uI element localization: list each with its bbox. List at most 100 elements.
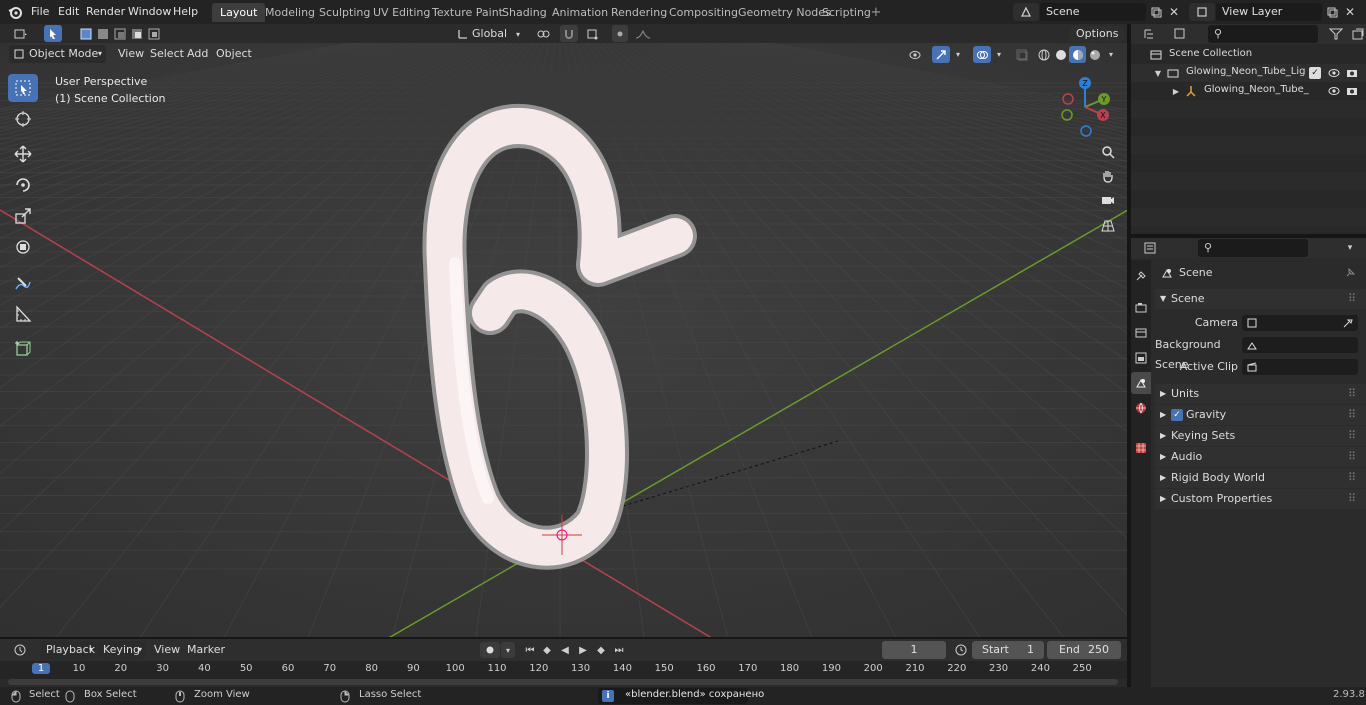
gravity-checkbox[interactable]: ✓ <box>1171 409 1183 421</box>
units-panel-header[interactable]: ▶ Units ⠿ <box>1155 384 1366 404</box>
outliner-editor-type-icon[interactable] <box>1138 26 1164 42</box>
tab-scene-icon[interactable] <box>1131 372 1151 394</box>
pin-icon[interactable] <box>1343 266 1357 280</box>
overlays-options-chevron-icon[interactable]: ▾ <box>992 46 1006 63</box>
collection-exclude-checkbox[interactable]: ✓ <box>1309 67 1321 79</box>
scale-tool[interactable] <box>8 202 38 230</box>
keying-options-chevron-icon[interactable]: ▾ <box>501 642 515 658</box>
menu-window[interactable]: Window <box>128 0 171 24</box>
orientation-icon[interactable] <box>455 25 471 42</box>
menu-help[interactable]: Help <box>173 0 198 24</box>
drag-handle-icon[interactable]: ⠿ <box>1348 384 1356 404</box>
collection-visibility-eye-icon[interactable] <box>1327 66 1341 80</box>
expand-collection-icon[interactable]: ▼ <box>1153 66 1163 80</box>
object-menu[interactable]: Object <box>210 45 258 63</box>
neon-tube-object[interactable] <box>0 43 1127 637</box>
audio-panel-header[interactable]: ▶ Audio ⠿ <box>1155 447 1366 467</box>
camera-view-icon[interactable] <box>1097 189 1119 211</box>
timeline-editor-type-icon[interactable] <box>8 642 34 658</box>
drag-handle-icon[interactable]: ⠿ <box>1348 426 1356 446</box>
preview-range-clock-icon[interactable] <box>953 642 969 658</box>
properties-search-input[interactable]: ⚲ <box>1198 239 1308 257</box>
eyedropper-icon[interactable] <box>1342 317 1354 329</box>
marker-menu[interactable]: Marker <box>181 641 231 659</box>
wireframe-shading-icon[interactable] <box>1035 46 1052 63</box>
outliner-search-input[interactable]: ⚲ <box>1208 25 1318 43</box>
zoom-icon[interactable] <box>1097 141 1119 163</box>
tab-view-layer-icon[interactable] <box>1131 347 1151 369</box>
3d-viewport[interactable]: User Perspective (1) Scene Collection Z … <box>0 43 1127 637</box>
tab-world-icon[interactable] <box>1131 397 1151 419</box>
playback-menu[interactable]: Playback ▾ <box>40 641 96 659</box>
gizmo-toggle-icon[interactable] <box>932 46 950 63</box>
pan-hand-icon[interactable] <box>1097 165 1119 187</box>
select-tool-icon[interactable] <box>44 25 62 42</box>
auto-keying-icon[interactable] <box>480 642 500 658</box>
object-render-camera-icon[interactable] <box>1345 84 1359 98</box>
view-layer-close-icon[interactable]: ✕ <box>1342 3 1358 21</box>
falloff-icon[interactable] <box>630 25 656 42</box>
scene-close-icon[interactable]: ✕ <box>1166 3 1182 21</box>
material-shading-icon[interactable] <box>1069 46 1086 63</box>
view-layer-field[interactable]: View Layer <box>1216 3 1322 21</box>
drag-handle-icon[interactable]: ⠿ <box>1348 468 1356 488</box>
solid-shading-icon[interactable] <box>1052 46 1069 63</box>
status-report[interactable]: i «blender.blend» сохранено <box>598 688 764 704</box>
jump-start-icon[interactable]: ⏮ <box>522 642 538 658</box>
tab-output-icon[interactable] <box>1131 322 1151 344</box>
rendered-shading-icon[interactable] <box>1086 46 1103 63</box>
blender-logo-icon[interactable] <box>6 3 24 21</box>
scene-copy-icon[interactable] <box>1148 3 1164 21</box>
cursor-tool[interactable] <box>8 105 38 133</box>
tab-render-icon[interactable] <box>1131 297 1151 319</box>
annotate-tool[interactable] <box>8 269 38 297</box>
scene-panel-header[interactable]: ▼ Scene ⠿ <box>1155 289 1366 309</box>
properties-options-chevron-icon[interactable]: ▾ <box>1342 240 1358 256</box>
view-layer-browse-icon[interactable] <box>1189 3 1215 21</box>
outliner-row-scene-collection[interactable]: Scene Collection <box>1131 46 1366 64</box>
drag-handle-icon[interactable]: ⠿ <box>1348 405 1356 425</box>
camera-field[interactable] <box>1242 315 1358 331</box>
properties-editor-type-icon[interactable] <box>1138 240 1164 256</box>
filter-icon[interactable] <box>1323 26 1349 42</box>
overlays-toggle-icon[interactable] <box>973 46 991 63</box>
move-tool[interactable] <box>8 140 38 168</box>
end-frame-field[interactable]: End 250 <box>1047 641 1121 659</box>
snap-target-icon[interactable] <box>580 25 606 42</box>
tab-texture-icon[interactable] <box>1131 437 1151 459</box>
background-scene-field[interactable] <box>1242 337 1358 353</box>
select-subtract-icon[interactable] <box>112 25 128 42</box>
current-frame-field[interactable]: 1 <box>882 641 946 659</box>
transform-tool[interactable] <box>8 233 38 261</box>
perspective-toggle-icon[interactable] <box>1097 215 1119 237</box>
timeline-ruler[interactable]: 1 10 20 30 40 50 60 70 80 90 100 110 120 130 140 150 160… <box>0 661 1127 679</box>
timeline-scrollbar[interactable] <box>8 679 1118 685</box>
object-visibility-eye-icon[interactable] <box>1327 84 1341 98</box>
xray-toggle-icon[interactable] <box>1014 46 1030 63</box>
expand-object-icon[interactable]: ▶ <box>1171 84 1181 98</box>
jump-end-icon[interactable]: ⏭ <box>611 642 627 658</box>
select-new-icon[interactable] <box>78 25 94 42</box>
select-invert-icon[interactable] <box>129 25 145 42</box>
shading-options-chevron-icon[interactable]: ▾ <box>1104 46 1118 63</box>
new-collection-icon[interactable] <box>1350 26 1366 42</box>
play-icon[interactable]: ▶ <box>575 642 591 658</box>
add-workspace-icon[interactable]: + <box>869 5 883 20</box>
scene-name-field[interactable]: Scene <box>1040 3 1146 21</box>
play-reverse-icon[interactable]: ◀ <box>557 642 573 658</box>
select-extend-icon[interactable] <box>95 25 111 42</box>
display-mode-icon[interactable] <box>1168 26 1194 42</box>
outliner-row-collection[interactable]: ▼ Glowing_Neon_Tube_Light_Di ✓ <box>1131 64 1366 82</box>
drag-handle-icon[interactable]: ⠿ <box>1348 289 1356 309</box>
rotate-tool[interactable] <box>8 171 38 199</box>
drag-handle-icon[interactable]: ⠿ <box>1348 447 1356 467</box>
keying-menu[interactable]: Keying ▾ <box>97 641 145 659</box>
menu-edit[interactable]: Edit <box>58 0 79 24</box>
editor-type-icon[interactable] <box>8 25 34 42</box>
visibility-filter-icon[interactable] <box>903 46 929 63</box>
snap-toggle-icon[interactable] <box>560 25 578 42</box>
prev-keyframe-icon[interactable]: ◆ <box>539 642 555 658</box>
scene-browse-icon[interactable] <box>1013 3 1039 21</box>
gizmo-options-chevron-icon[interactable]: ▾ <box>951 46 965 63</box>
next-keyframe-icon[interactable]: ◆ <box>593 642 609 658</box>
